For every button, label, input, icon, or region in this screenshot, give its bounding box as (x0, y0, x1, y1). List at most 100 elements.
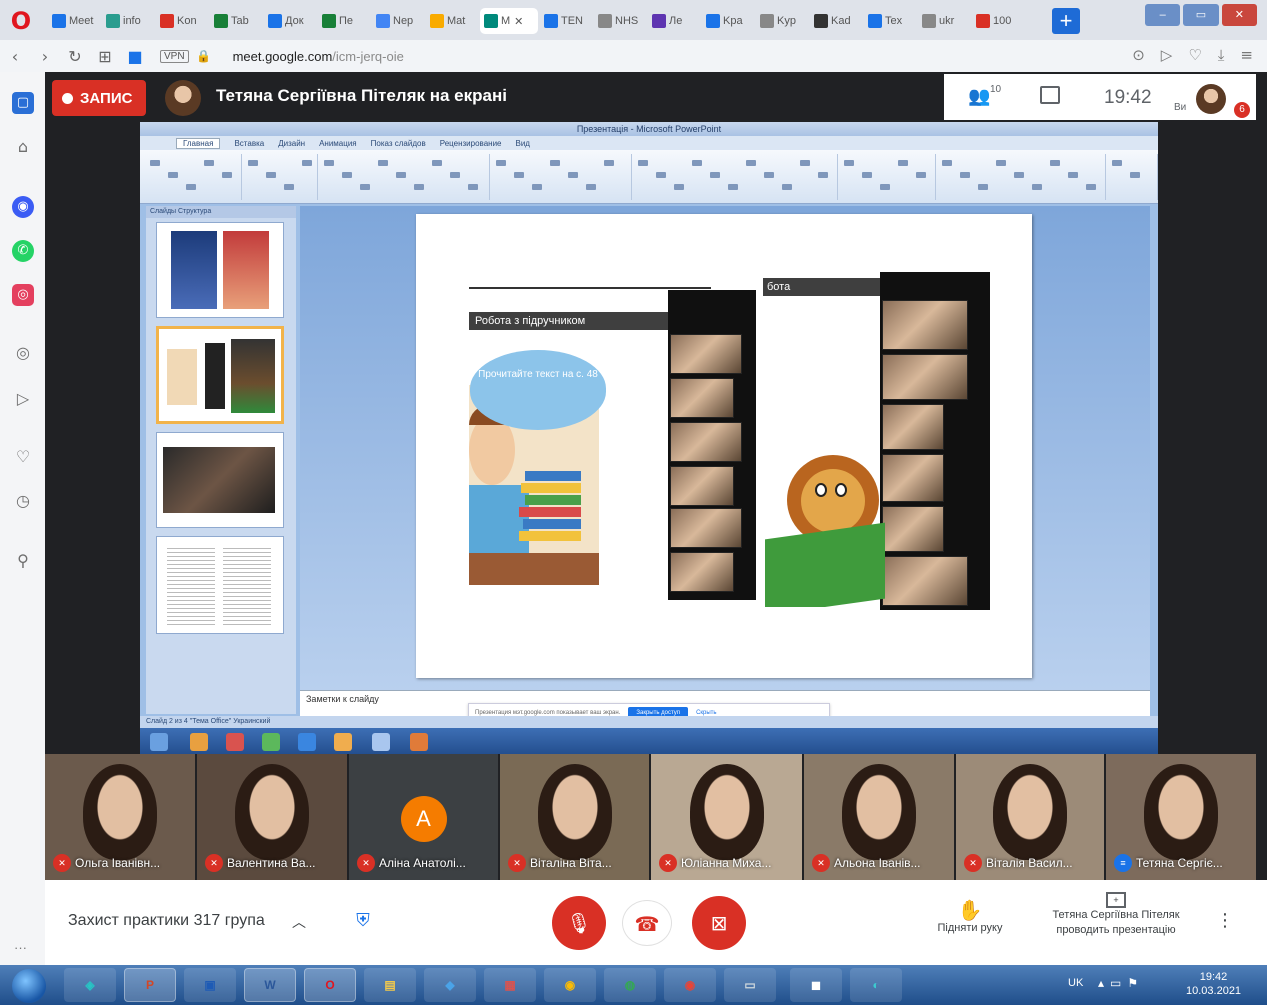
chrome-task-icon[interactable]: ◉ (544, 968, 596, 1002)
presenting-status-button[interactable]: + Тетяна Сергіївна Пітеляк проводить презе… (1036, 892, 1196, 938)
ppt-ribbon-button[interactable] (996, 160, 1006, 166)
camera-off-button[interactable]: ⊠ (692, 896, 746, 950)
ppt-ribbon-tab[interactable]: Вставка (234, 139, 264, 148)
bookmarks-icon[interactable]: ♡ (12, 446, 34, 468)
home-icon[interactable]: ⌂ (12, 136, 34, 158)
participant-tile[interactable]: ✕ Віталіна Віта... (500, 754, 649, 880)
menu-icon[interactable]: ≡ (1240, 46, 1253, 64)
browser-tab[interactable]: M ✕ (480, 8, 538, 34)
ppt-ribbon-button[interactable] (916, 172, 926, 178)
host-controls-shield-icon[interactable]: ⛨ (352, 910, 374, 934)
browser-tab[interactable]: Nep (372, 8, 424, 34)
tray-icons[interactable]: ▴▭⚑ (1098, 976, 1144, 990)
ppt-ribbon-tab[interactable]: Вид (516, 139, 530, 148)
tray-clock[interactable]: 19:42 10.03.2021 (1186, 970, 1241, 998)
heart-icon[interactable]: ♡ (1188, 46, 1201, 64)
extensions-icon[interactable]: ⚲ (12, 550, 34, 572)
ppt-ribbon-button[interactable] (204, 160, 214, 166)
browser-tab[interactable]: Kad (810, 8, 862, 34)
ppt-ribbon-button[interactable] (728, 184, 738, 190)
slide-thumbnail-3[interactable] (156, 432, 284, 528)
messenger-icon[interactable]: ◉ (12, 196, 34, 218)
ppt-ribbon-button[interactable] (532, 184, 542, 190)
forward-icon[interactable]: › (30, 47, 60, 66)
camera-access-icon[interactable]: ■ (120, 47, 150, 66)
browser-tab[interactable]: Tex (864, 8, 916, 34)
taskbar-app-icon[interactable]: ◆ (424, 968, 476, 1002)
ppt-ribbon-button[interactable] (692, 160, 702, 166)
ppt-ribbon-button[interactable] (1068, 172, 1078, 178)
close-window-button[interactable]: ✕ (1221, 4, 1257, 26)
ppt-ribbon-button[interactable] (898, 160, 908, 166)
edge-task-icon[interactable]: ◐ (850, 968, 902, 1002)
ppt-ribbon-button[interactable] (284, 184, 294, 190)
browser-tab[interactable]: ukr (918, 8, 970, 34)
taskbar-app-icon[interactable]: ▭ (724, 968, 776, 1002)
browser-tab[interactable]: Лe (648, 8, 700, 34)
participant-tile[interactable]: ✕ Віталія Васил... (956, 754, 1104, 880)
people-icon[interactable]: 👥 (968, 86, 990, 107)
ppt-ribbon-tab[interactable]: Дизайн (278, 139, 305, 148)
lock-icon[interactable]: 🔒 (189, 49, 219, 63)
ppt-ribbon-button[interactable] (222, 172, 232, 178)
ppt-ribbon-button[interactable] (496, 160, 506, 166)
word-task-icon[interactable]: W (244, 968, 296, 1002)
ppt-ribbon-button[interactable] (414, 184, 424, 190)
taskbar-app-icon[interactable]: ▦ (484, 968, 536, 1002)
ppt-ribbon-button[interactable] (880, 184, 890, 190)
ppt-ribbon-button[interactable] (396, 172, 406, 178)
ppt-ribbon-button[interactable] (800, 160, 810, 166)
ppt-ribbon-tab[interactable]: Главная (176, 137, 221, 149)
slide-thumbnail-1[interactable] (156, 222, 284, 318)
ppt-ribbon-button[interactable] (168, 172, 178, 178)
ppt-ribbon-tab[interactable]: Анимация (319, 139, 357, 148)
slide-thumbnail-2[interactable] (156, 326, 284, 424)
opera-logo[interactable]: O (8, 8, 34, 34)
ppt-ribbon-button[interactable] (638, 160, 648, 166)
tab-close-icon[interactable]: ✕ (514, 15, 523, 28)
ppt-ribbon-button[interactable] (324, 160, 334, 166)
participant-tile[interactable]: ≡ Тетяна Сергіє... (1106, 754, 1256, 880)
sidebar-more-icon[interactable]: ··· (14, 940, 27, 955)
chat-icon[interactable] (1040, 86, 1060, 104)
ppt-ribbon-button[interactable] (378, 160, 388, 166)
mic-off-button[interactable]: 🎙 (552, 896, 606, 950)
ppt-ribbon-button[interactable] (1032, 184, 1042, 190)
maximize-button[interactable]: ▭ (1183, 4, 1219, 26)
ppt-ribbon-button[interactable] (514, 172, 524, 178)
slide-thumbnail-4[interactable] (156, 536, 284, 634)
ppt-ribbon-button[interactable] (1112, 160, 1122, 166)
ppt-ribbon-button[interactable] (1050, 160, 1060, 166)
ppt-ribbon-button[interactable] (674, 184, 684, 190)
participant-tile[interactable]: A ✕ Аліна Анатолі... (349, 754, 498, 880)
browser-tab[interactable]: Kpa (702, 8, 754, 34)
language-indicator[interactable]: UK (1068, 977, 1083, 989)
browser-tab[interactable]: Док (264, 8, 316, 34)
download-icon[interactable]: ⤓ (1218, 46, 1225, 64)
speed-dial-icon[interactable]: ⊞ (90, 47, 120, 66)
meeting-name[interactable]: Захист практики 317 група (68, 912, 265, 930)
snapshot-icon[interactable]: ⊙ (1132, 46, 1145, 64)
browser-tab[interactable]: 100 (972, 8, 1024, 34)
ppt-ribbon-button[interactable] (450, 172, 460, 178)
browser-tab[interactable]: info (102, 8, 154, 34)
ppt-ribbon-button[interactable] (764, 172, 774, 178)
ppt-ribbon-button[interactable] (1014, 172, 1024, 178)
opera-task-icon[interactable]: O (304, 968, 356, 1002)
explorer-task-icon[interactable]: ▤ (364, 968, 416, 1002)
ppt-ribbon-button[interactable] (844, 160, 854, 166)
ppt-ribbon-button[interactable] (818, 172, 828, 178)
ppt-ribbon-button[interactable] (568, 172, 578, 178)
browser-tab[interactable]: TEN (540, 8, 592, 34)
new-tab-button[interactable]: + (1052, 8, 1080, 34)
back-icon[interactable]: ‹ (0, 47, 30, 66)
ppt-ribbon-button[interactable] (1130, 172, 1140, 178)
self-avatar[interactable] (1196, 84, 1226, 114)
ppt-ribbon-button[interactable] (360, 184, 370, 190)
minimize-button[interactable]: – (1145, 4, 1181, 26)
ppt-ribbon-button[interactable] (586, 184, 596, 190)
ppt-ribbon-button[interactable] (266, 172, 276, 178)
ppt-ribbon-button[interactable] (656, 172, 666, 178)
participant-tile[interactable]: ✕ Юліанна Миха... (651, 754, 802, 880)
browser-tab[interactable]: Tab (210, 8, 262, 34)
